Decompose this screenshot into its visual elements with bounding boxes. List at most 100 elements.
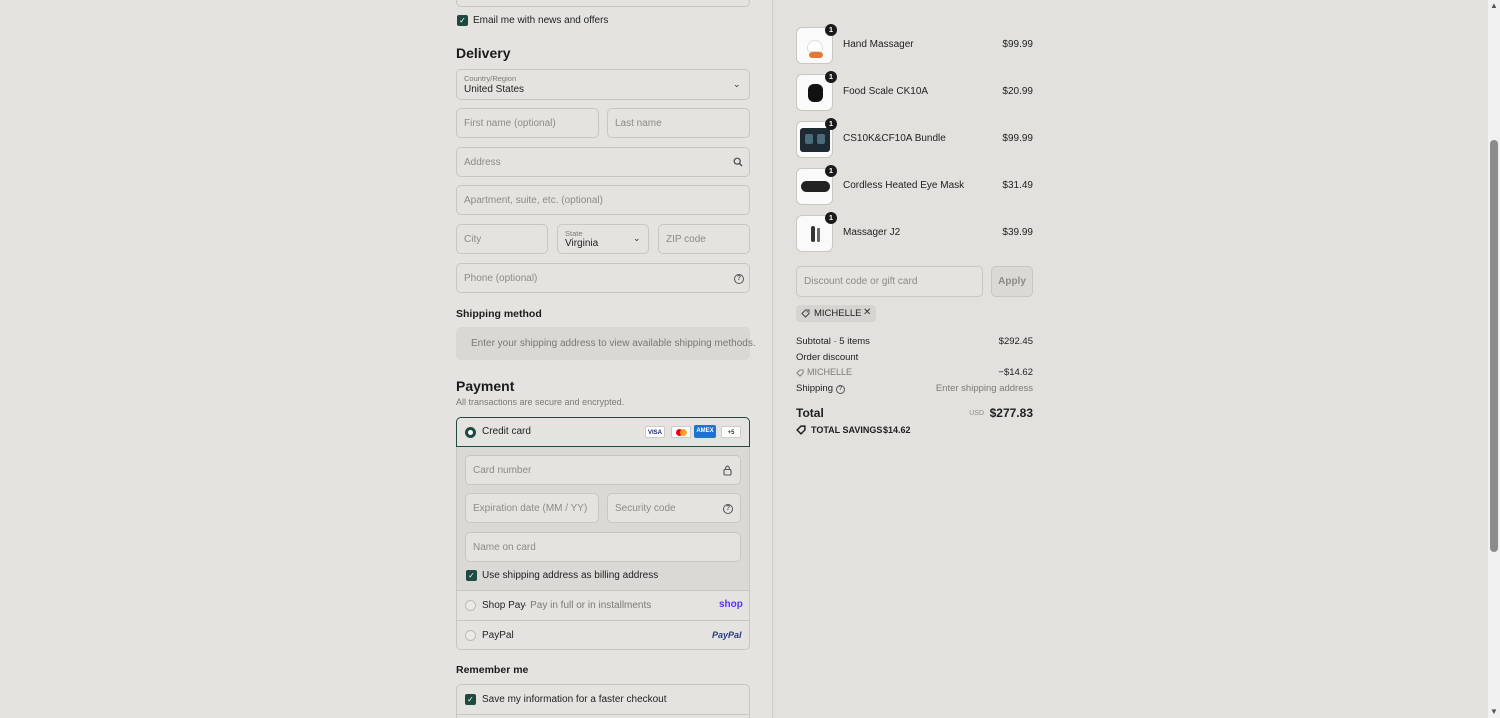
shipping-method-title: Shipping method xyxy=(456,308,542,320)
shop-pay-radio[interactable] xyxy=(465,600,476,611)
amex-icon: AMEX xyxy=(694,425,716,438)
payment-subtitle: All transactions are secure and encrypte… xyxy=(456,397,625,407)
product-price: $39.99 xyxy=(1002,227,1033,238)
visa-icon: VISA xyxy=(645,426,665,438)
subtotal-value: $292.45 xyxy=(998,336,1033,347)
total-value: $277.83 xyxy=(989,406,1033,420)
credit-card-option[interactable]: Credit card VISA AMEX +5 xyxy=(456,417,750,447)
first-name-placeholder: First name (optional) xyxy=(464,118,556,129)
currency-label: USD xyxy=(969,410,984,417)
product-name: CS10K&CF10A Bundle xyxy=(843,133,946,144)
panel-divider xyxy=(772,0,773,718)
discount-code-label: MICHELLE xyxy=(807,367,853,377)
email-field[interactable] xyxy=(456,0,750,7)
product-price: $31.49 xyxy=(1002,180,1033,191)
address-placeholder: Address xyxy=(464,157,501,168)
paypal-label: PayPal xyxy=(482,630,514,641)
help-icon[interactable]: ? xyxy=(734,274,744,284)
paypal-option[interactable]: PayPal PayPal xyxy=(457,620,749,649)
applied-discount-tag: MICHELLE ✕ xyxy=(796,305,876,322)
order-discount-label: Order discount xyxy=(796,352,859,363)
shipping-value: Enter shipping address xyxy=(935,383,1033,394)
billing-same-label: Use shipping address as billing address xyxy=(482,570,659,581)
zip-input[interactable]: ZIP code xyxy=(658,224,750,254)
scrollbar-thumb[interactable] xyxy=(1490,140,1498,552)
shipping-notice: Enter your shipping address to view avai… xyxy=(471,338,756,349)
quantity-badge: 1 xyxy=(825,24,837,36)
order-summary-panel xyxy=(773,0,1488,718)
state-select[interactable]: State Virginia ⌄ xyxy=(557,224,649,254)
remember-divider xyxy=(457,714,749,715)
shipping-label: Shipping xyxy=(796,383,833,394)
city-placeholder: City xyxy=(464,234,482,245)
help-icon[interactable]: ? xyxy=(836,385,845,394)
quantity-badge: 1 xyxy=(825,165,837,177)
savings-value: $14.62 xyxy=(883,425,911,435)
name-on-card-input[interactable]: Name on card xyxy=(465,532,741,562)
scroll-up-icon[interactable]: ▲ xyxy=(1489,1,1499,11)
state-label: State xyxy=(565,229,583,238)
billing-same-checkbox[interactable]: ✓ xyxy=(466,570,477,581)
quantity-badge: 1 xyxy=(825,118,837,130)
zip-placeholder: ZIP code xyxy=(666,234,706,245)
quantity-badge: 1 xyxy=(825,212,837,224)
country-select[interactable]: Country/Region United States ⌄ xyxy=(456,69,750,100)
credit-card-radio[interactable] xyxy=(465,427,476,438)
address-input[interactable]: Address xyxy=(456,147,750,177)
tag-icon xyxy=(796,369,804,377)
card-number-placeholder: Card number xyxy=(473,465,532,476)
remove-discount-icon[interactable]: ✕ xyxy=(863,307,871,318)
shop-pay-sublabel: · Pay in full or in installments xyxy=(524,600,652,611)
product-price: $99.99 xyxy=(1002,133,1033,144)
country-label: Country/Region xyxy=(464,74,517,83)
card-number-input[interactable]: Card number xyxy=(465,455,741,485)
security-code-placeholder: Security code xyxy=(615,503,676,514)
search-icon xyxy=(733,157,743,167)
credit-card-label: Credit card xyxy=(482,426,531,437)
product-name: Hand Massager xyxy=(843,39,914,50)
chevron-down-icon: ⌄ xyxy=(733,79,741,89)
scroll-down-icon[interactable]: ▼ xyxy=(1489,707,1499,717)
expiration-input[interactable]: Expiration date (MM / YY) xyxy=(465,493,599,523)
apartment-placeholder: Apartment, suite, etc. (optional) xyxy=(464,195,603,206)
shop-pay-label: Shop Pay xyxy=(482,600,526,611)
city-input[interactable]: City xyxy=(456,224,548,254)
quantity-badge: 1 xyxy=(825,71,837,83)
security-code-input[interactable]: Security code ? xyxy=(607,493,741,523)
last-name-input[interactable]: Last name xyxy=(607,108,750,138)
name-on-card-placeholder: Name on card xyxy=(473,542,536,553)
apartment-input[interactable]: Apartment, suite, etc. (optional) xyxy=(456,185,750,215)
product-name: Food Scale CK10A xyxy=(843,86,929,97)
shipping-notice-box: Enter your shipping address to view avai… xyxy=(456,327,756,360)
paypal-logo: PayPal xyxy=(712,630,742,640)
last-name-placeholder: Last name xyxy=(615,118,662,129)
chevron-down-icon: ⌄ xyxy=(633,233,641,243)
product-price: $99.99 xyxy=(1002,39,1033,50)
more-cards-badge: +5 xyxy=(721,426,741,438)
product-name: Cordless Heated Eye Mask xyxy=(843,180,965,191)
mastercard-icon xyxy=(671,426,691,438)
product-name: Massager J2 xyxy=(843,227,901,238)
phone-input[interactable]: Phone (optional) ? xyxy=(456,263,750,293)
phone-placeholder: Phone (optional) xyxy=(464,273,538,284)
first-name-input[interactable]: First name (optional) xyxy=(456,108,599,138)
shop-pay-option[interactable]: Shop Pay · Pay in full or in installment… xyxy=(457,590,749,620)
save-info-checkbox[interactable]: ✓ xyxy=(465,694,476,705)
country-value: United States xyxy=(464,84,525,95)
save-info-label: Save my information for a faster checkou… xyxy=(482,694,667,705)
tag-icon xyxy=(796,425,806,435)
savings-label: TOTAL SAVINGS xyxy=(811,425,883,435)
delivery-title: Delivery xyxy=(456,45,511,61)
tag-icon xyxy=(801,309,810,318)
discount-value: −$14.62 xyxy=(998,367,1033,378)
remember-me-title: Remember me xyxy=(456,664,529,676)
state-value: Virginia xyxy=(565,238,599,249)
help-icon[interactable]: ? xyxy=(723,504,733,514)
checkout-page: ✓ Email me with news and offers Delivery… xyxy=(0,0,1500,718)
discount-code-input[interactable]: Discount code or gift card xyxy=(796,266,983,297)
apply-button[interactable]: Apply xyxy=(991,266,1033,297)
total-label: Total xyxy=(796,406,824,420)
paypal-radio[interactable] xyxy=(465,630,476,641)
email-optin-checkbox[interactable]: ✓ xyxy=(457,15,468,26)
discount-code-placeholder: Discount code or gift card xyxy=(804,276,918,287)
